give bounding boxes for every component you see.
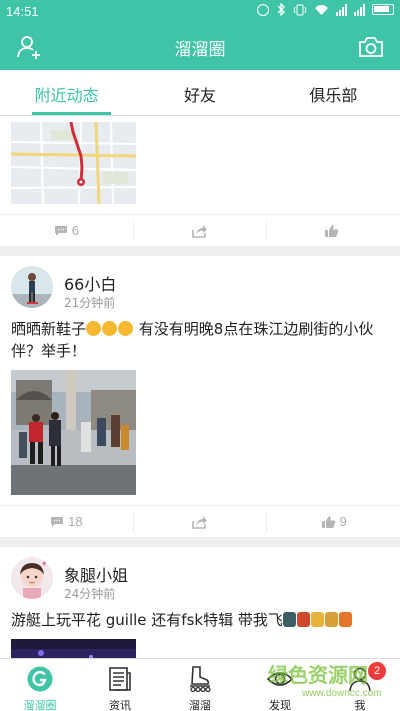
post-card: 6: [0, 116, 400, 246]
nav-liuliuquan[interactable]: 溜溜圈: [0, 659, 80, 711]
post-map-image[interactable]: [11, 122, 136, 204]
page-title: 溜溜圈: [174, 40, 226, 60]
post-time: 21分钟前: [64, 296, 116, 310]
nav-news[interactable]: 资讯: [80, 659, 160, 711]
thumbs-up-icon: [325, 224, 339, 237]
g-logo-icon: [27, 666, 53, 692]
notification-badge: 2: [368, 662, 386, 680]
status-bar: 14:51: [0, 0, 400, 24]
nav-me[interactable]: 2 我: [320, 659, 400, 711]
nav-label: 我: [354, 699, 366, 711]
bottom-nav: 溜溜圈 资讯 溜溜 发现 2 我: [0, 658, 400, 711]
sad-face-emoji: [86, 321, 102, 336]
camera-icon[interactable]: [358, 35, 384, 59]
post-actions: 18 9: [0, 505, 400, 537]
post-photo[interactable]: [11, 639, 136, 658]
nav-label: 溜溜: [189, 699, 211, 711]
feed-list[interactable]: 6 66小白 21分钟前 晒晒新鞋子 有没有明晚8点在珠江边刷街的小伙伴？举手！…: [0, 116, 400, 658]
status-time: 14:51: [6, 4, 39, 19]
avatar[interactable]: [11, 266, 53, 308]
share-button[interactable]: [134, 220, 268, 241]
fuel-emoji: [296, 612, 310, 627]
tab-friends[interactable]: 好友: [133, 70, 266, 115]
post-author[interactable]: 象腿小姐 24分钟前: [0, 547, 400, 603]
tab-clubs[interactable]: 俱乐部: [267, 70, 400, 115]
author-name[interactable]: 象腿小姐: [64, 562, 128, 586]
nav-discover[interactable]: 发现: [240, 659, 320, 711]
comment-icon: [54, 225, 67, 236]
wifi-icon: [315, 4, 328, 15]
comment-button[interactable]: 18: [0, 511, 134, 532]
share-button[interactable]: [134, 511, 268, 532]
post-time: 24分钟前: [64, 587, 116, 601]
comment-count: 18: [68, 514, 83, 529]
nav-label: 溜溜圈: [23, 699, 57, 711]
share-icon: [192, 515, 207, 529]
construction-emoji: [324, 612, 338, 627]
tab-nearby[interactable]: 附近动态: [0, 70, 133, 115]
post-card: 66小白 21分钟前 晒晒新鞋子 有没有明晚8点在珠江边刷街的小伙伴？举手！ 1…: [0, 256, 400, 537]
alarm-icon: [257, 3, 269, 16]
moon-emoji: [282, 612, 296, 627]
post-photo[interactable]: [11, 370, 136, 495]
screen: 14:51 溜溜圈 附近动态 好友 俱乐部 6 66小白 21分钟前 晒晒新鞋子…: [0, 0, 400, 711]
comment-button[interactable]: 6: [0, 220, 134, 241]
nav-label: 资讯: [109, 699, 131, 711]
thumbs-up-icon: [321, 515, 335, 528]
lantern-emoji: [338, 612, 352, 627]
post-author[interactable]: 66小白 21分钟前: [0, 256, 400, 312]
post-actions: 6: [0, 214, 400, 246]
app-header: 溜溜圈: [0, 24, 400, 70]
comment-icon: [51, 516, 64, 527]
like-button[interactable]: 9: [267, 512, 400, 532]
post-text: 晒晒新鞋子 有没有明晚8点在珠江边刷街的小伙伴？举手！: [0, 312, 400, 362]
signal-icon: [336, 3, 347, 16]
beginner-emoji: [310, 612, 324, 627]
post-text: 游艇上玩平花 guille 还有fsk特辑 带我飞: [0, 603, 400, 631]
share-icon: [192, 224, 207, 238]
post-text-part: 晒晒新鞋子: [11, 320, 87, 338]
like-count: 9: [339, 514, 347, 529]
feed-tabs: 附近动态 好友 俱乐部: [0, 70, 400, 116]
post-card: 象腿小姐 24分钟前 游艇上玩平花 guille 还有fsk特辑 带我飞: [0, 547, 400, 658]
vibrate-icon: [293, 4, 307, 15]
bluetooth-icon: [277, 3, 285, 16]
sad-face-emoji: [118, 321, 134, 336]
signal-icon: [354, 3, 365, 16]
eye-icon: [266, 672, 294, 686]
nav-skate[interactable]: 溜溜: [160, 659, 240, 711]
comment-count: 6: [71, 223, 79, 238]
post-text-part: 游艇上玩平花 guille 还有fsk特辑 带我飞: [11, 611, 283, 629]
status-icons: [257, 3, 394, 16]
sad-face-emoji: [102, 321, 118, 336]
author-name[interactable]: 66小白: [64, 271, 116, 295]
skate-icon: [190, 666, 211, 693]
news-icon: [109, 667, 131, 691]
like-button[interactable]: [267, 221, 400, 241]
avatar[interactable]: [11, 557, 53, 599]
nav-label: 发现: [269, 699, 291, 711]
battery-icon: [372, 4, 394, 15]
